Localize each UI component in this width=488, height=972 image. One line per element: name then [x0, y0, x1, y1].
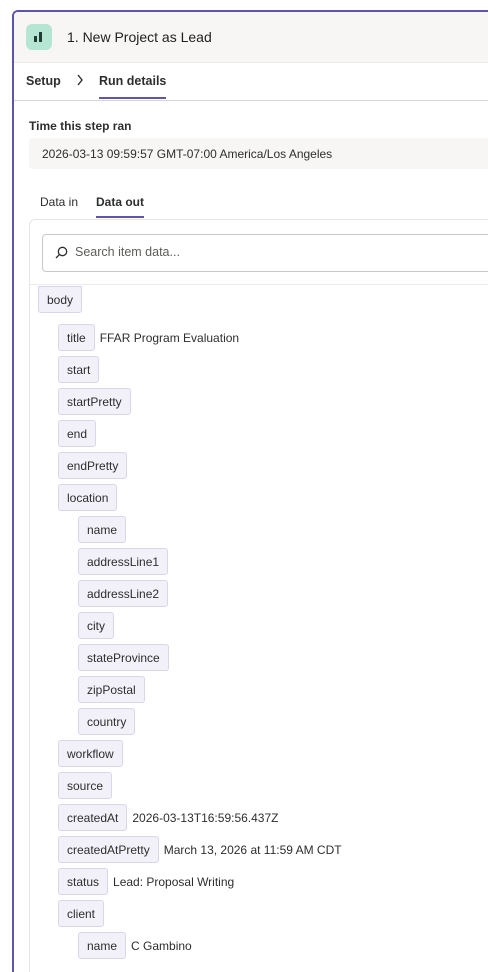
- step-header: 1. New Project as Lead: [14, 12, 488, 63]
- tree-key[interactable]: stateProvince: [78, 644, 169, 671]
- tree-key[interactable]: addressLine1: [78, 548, 169, 575]
- tree-row-client-name[interactable]: name C Gambino: [78, 931, 192, 960]
- tree-row-createdat[interactable]: createdAt 2026-03-13T16:59:56.437Z: [58, 803, 278, 832]
- tree-row-client[interactable]: client: [58, 899, 105, 928]
- step-detail-panel: 1. New Project as Lead Setup Run details…: [12, 10, 488, 972]
- tree-row-location[interactable]: location: [58, 483, 118, 512]
- tree-key[interactable]: addressLine2: [78, 580, 169, 607]
- time-value-box: 2026-03-13 09:59:57 GMT-07:00 America/Lo…: [29, 138, 488, 169]
- app-logo-icon: [26, 24, 52, 50]
- tree-row-workflow[interactable]: workflow: [58, 739, 123, 768]
- tree-key[interactable]: city: [78, 612, 114, 639]
- tree-row-source[interactable]: source: [58, 771, 113, 800]
- tree-key[interactable]: title: [58, 324, 95, 351]
- tree-key[interactable]: country: [78, 708, 136, 735]
- tree-value: 2026-03-13T16:59:56.437Z: [132, 810, 279, 825]
- tree-row-endpretty[interactable]: endPretty: [58, 451, 128, 480]
- data-output-card: body title FFAR Program Evaluation start…: [29, 219, 488, 972]
- tree-row-end[interactable]: end: [58, 419, 97, 448]
- tree-key[interactable]: createdAt: [58, 804, 128, 831]
- tree-row-status[interactable]: status Lead: Proposal Writing: [58, 867, 234, 896]
- tree-value: C Gambino: [131, 938, 192, 953]
- tree-key[interactable]: createdAtPretty: [58, 836, 159, 863]
- primary-tabs: Setup Run details: [14, 62, 488, 101]
- tree-row-zippostal[interactable]: zipPostal: [78, 675, 145, 704]
- tree-key[interactable]: endPretty: [58, 452, 128, 479]
- tree-row-stateprovince[interactable]: stateProvince: [78, 643, 169, 672]
- tree-value: Lead: Proposal Writing: [113, 874, 235, 889]
- tree-key[interactable]: status: [58, 868, 109, 895]
- tree-row-startpretty[interactable]: startPretty: [58, 387, 131, 416]
- search-box[interactable]: [42, 234, 488, 272]
- tab-setup[interactable]: Setup: [26, 74, 61, 88]
- tree-row-country[interactable]: country: [78, 707, 136, 736]
- tree-row-start[interactable]: start: [58, 355, 100, 384]
- tree-key[interactable]: location: [58, 484, 118, 511]
- step-title: 1. New Project as Lead: [67, 29, 212, 45]
- tree-key[interactable]: start: [58, 356, 100, 383]
- tree-row-location-name[interactable]: name: [78, 515, 127, 544]
- tree-row-createdatpretty[interactable]: createdAtPretty March 13, 2026 at 11:59 …: [58, 835, 342, 864]
- tree-key[interactable]: client: [58, 900, 105, 927]
- tab-data-in[interactable]: Data in: [40, 195, 78, 209]
- tree-row-city[interactable]: city: [78, 611, 114, 640]
- tree-key[interactable]: name: [78, 516, 127, 543]
- tree-key[interactable]: end: [58, 420, 97, 447]
- tree-row-addressline1[interactable]: addressLine1: [78, 547, 169, 576]
- tree-value: March 13, 2026 at 11:59 AM CDT: [163, 842, 342, 857]
- tree-key[interactable]: body: [38, 286, 83, 313]
- tree-row-title[interactable]: title FFAR Program Evaluation: [58, 323, 239, 352]
- tree-key[interactable]: name: [78, 932, 127, 959]
- tab-run-details[interactable]: Run details: [99, 74, 167, 99]
- chevron-right-icon: [77, 74, 83, 86]
- tree-key[interactable]: zipPostal: [78, 676, 145, 703]
- tree-key[interactable]: workflow: [58, 740, 123, 767]
- search-icon: [55, 246, 68, 259]
- tree-key[interactable]: source: [58, 772, 113, 799]
- divider: [30, 284, 488, 285]
- tree-key[interactable]: startPretty: [58, 388, 131, 415]
- time-value: 2026-03-13 09:59:57 GMT-07:00 America/Lo…: [42, 147, 333, 161]
- search-input[interactable]: [75, 235, 488, 269]
- tab-data-out[interactable]: Data out: [96, 195, 144, 218]
- tree-value: FFAR Program Evaluation: [99, 330, 240, 345]
- time-label: Time this step ran: [29, 119, 132, 133]
- tree-row-body[interactable]: body: [38, 285, 83, 314]
- tree-row-addressline2[interactable]: addressLine2: [78, 579, 169, 608]
